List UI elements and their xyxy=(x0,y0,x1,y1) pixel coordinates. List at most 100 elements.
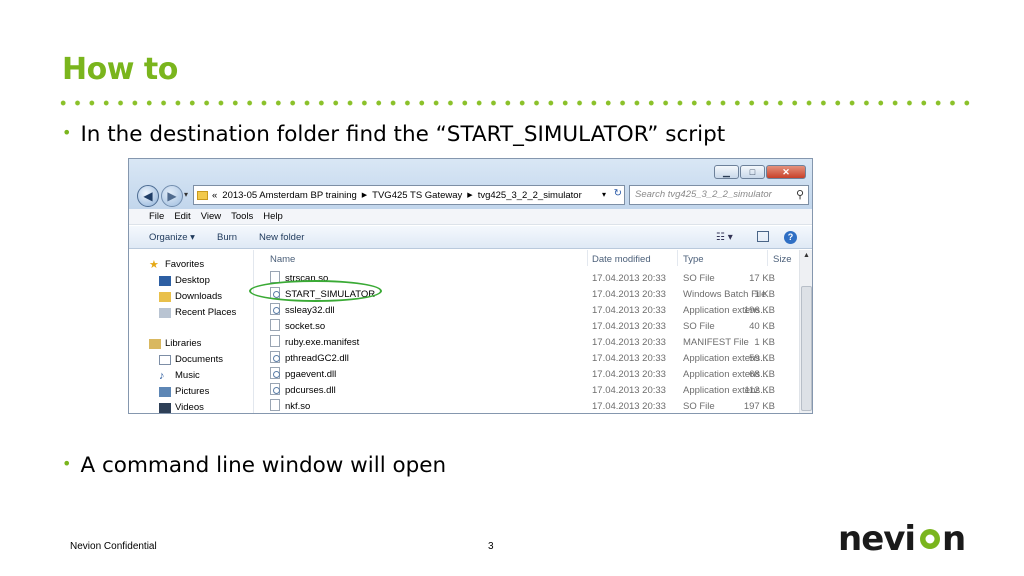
bullet-point-2: • A command line window will open xyxy=(62,453,446,478)
breadcrumb-arrow-icon[interactable]: ▶ xyxy=(362,191,367,199)
address-bar[interactable]: « 2013-05 Amsterdam BP training ▶ TVG425… xyxy=(193,185,625,205)
menu-edit[interactable]: Edit xyxy=(174,211,190,224)
column-header-name[interactable]: Name xyxy=(270,254,295,265)
minimize-icon[interactable]: ▁ xyxy=(714,165,739,179)
file-size: 112 KB xyxy=(744,385,775,396)
new-folder-button[interactable]: New folder xyxy=(259,232,304,243)
nav-label: Documents xyxy=(175,354,224,365)
dll-file-icon xyxy=(270,303,280,315)
file-name: pdcurses.dll xyxy=(285,385,336,396)
slide-title: How to xyxy=(62,52,178,87)
file-size: 40 KB xyxy=(749,321,775,332)
history-dropdown-icon[interactable]: ▾ xyxy=(184,190,188,199)
file-date: 17.04.2013 20:33 xyxy=(592,289,666,300)
organize-button[interactable]: Organize ▾ xyxy=(149,232,195,243)
preview-pane-icon[interactable] xyxy=(757,231,769,242)
breadcrumb-item[interactable]: tvg425_3_2_2_simulator xyxy=(478,190,582,201)
nav-music[interactable]: ♪ Music xyxy=(159,370,200,381)
nav-libraries[interactable]: Libraries xyxy=(149,338,201,349)
window-controls: ▁ □ ✕ xyxy=(714,165,806,179)
file-row[interactable]: ssleay32.dll 17.04.2013 20:33 Application … xyxy=(255,302,799,318)
recent-places-icon xyxy=(159,307,171,318)
menu-tools[interactable]: Tools xyxy=(231,211,253,224)
address-overflow-chevron[interactable]: « xyxy=(212,190,217,201)
search-icon[interactable]: ⚲ xyxy=(796,188,804,201)
file-name: ruby.exe.manifest xyxy=(285,337,360,348)
refresh-icon[interactable]: ↻ xyxy=(614,188,622,199)
file-row[interactable]: socket.so 17.04.2013 20:33 SO File 40 KB xyxy=(255,318,799,334)
file-name: ssleay32.dll xyxy=(285,305,335,316)
dll-file-icon xyxy=(270,351,280,363)
nav-favorites[interactable]: ★ Favorites xyxy=(149,259,204,270)
file-date: 17.04.2013 20:33 xyxy=(592,321,666,332)
search-input[interactable]: Search tvg425_3_2_2_simulator ⚲ xyxy=(629,185,809,205)
close-icon[interactable]: ✕ xyxy=(766,165,806,179)
back-arrow-icon[interactable]: ◀ xyxy=(137,185,159,207)
file-size: 196 KB xyxy=(743,305,775,316)
file-list: Name Date modified Type Size strscan.so 1… xyxy=(255,250,799,413)
column-divider[interactable] xyxy=(767,250,768,266)
file-size: 68 KB xyxy=(749,369,775,380)
dll-file-icon xyxy=(270,383,280,395)
nav-documents[interactable]: Documents xyxy=(159,354,223,365)
nav-pictures[interactable]: Pictures xyxy=(159,386,209,397)
svg-text:n: n xyxy=(942,519,966,559)
desktop-icon xyxy=(159,275,171,286)
column-header-size[interactable]: Size xyxy=(773,254,791,265)
nav-downloads[interactable]: Downloads xyxy=(159,291,222,302)
command-toolbar: Organize ▾ Burn New folder ☷ ▾ ? xyxy=(129,226,812,249)
file-icon xyxy=(270,319,280,331)
bullet-2-text: A command line window will open xyxy=(80,453,447,478)
file-row[interactable]: nkf.so 17.04.2013 20:33 SO File 197 KB xyxy=(255,398,799,413)
scroll-up-icon[interactable]: ▲ xyxy=(803,252,810,259)
breadcrumb-arrow-icon[interactable]: ▶ xyxy=(467,191,472,199)
menu-file[interactable]: File xyxy=(149,211,164,224)
nav-recent-places[interactable]: Recent Places xyxy=(159,307,236,318)
file-size: 1 KB xyxy=(754,337,775,348)
page-number: 3 xyxy=(488,541,494,552)
change-view-icon[interactable]: ☷ ▾ xyxy=(716,232,733,243)
documents-icon xyxy=(159,354,171,365)
address-dropdown-icon[interactable]: ▾ xyxy=(602,190,606,199)
forward-arrow-icon[interactable]: ▶ xyxy=(161,185,183,207)
file-row[interactable]: ruby.exe.manifest 17.04.2013 20:33 MANIFES… xyxy=(255,334,799,350)
file-type: SO File xyxy=(683,401,715,412)
file-date: 17.04.2013 20:33 xyxy=(592,305,666,316)
music-icon: ♪ xyxy=(159,369,165,382)
star-icon: ★ xyxy=(149,258,159,271)
dotted-divider xyxy=(56,100,976,106)
scrollbar-thumb[interactable] xyxy=(801,286,812,411)
explorer-window: ▁ □ ✕ ◀ ▶ ▾ « 2013-05 Amsterdam BP train… xyxy=(128,158,813,414)
videos-icon xyxy=(159,402,171,413)
folder-icon xyxy=(197,190,208,200)
file-name: socket.so xyxy=(285,321,326,332)
column-divider[interactable] xyxy=(587,250,588,266)
file-size: 59 KB xyxy=(749,353,775,364)
nav-desktop[interactable]: Desktop xyxy=(159,275,210,286)
file-row[interactable]: pdcurses.dll 17.04.2013 20:33 Application … xyxy=(255,382,799,398)
menu-help[interactable]: Help xyxy=(263,211,283,224)
bullet-point-1: • In the destination folder find the “STA… xyxy=(62,122,725,147)
highlight-circle xyxy=(249,280,382,302)
file-name: pgaevent.dll xyxy=(285,369,337,380)
vertical-scrollbar[interactable]: ▲ xyxy=(799,250,812,413)
help-icon[interactable]: ? xyxy=(784,231,797,244)
file-size: 1 KB xyxy=(754,289,775,300)
breadcrumb-item[interactable]: 2013-05 Amsterdam BP training xyxy=(222,190,356,201)
file-date: 17.04.2013 20:33 xyxy=(592,353,666,364)
breadcrumb-item[interactable]: TVG425 TS Gateway xyxy=(372,190,462,201)
menu-view[interactable]: View xyxy=(201,211,221,224)
file-row[interactable]: pgaevent.dll 17.04.2013 20:33 Application … xyxy=(255,366,799,382)
bullet-dot-icon: • xyxy=(62,454,72,473)
burn-button[interactable]: Burn xyxy=(217,232,237,243)
column-divider[interactable] xyxy=(677,250,678,266)
file-row[interactable]: pthreadGC2.dll 17.04.2013 20:33 Applicatio… xyxy=(255,350,799,366)
maximize-icon[interactable]: □ xyxy=(740,165,765,179)
column-header-type[interactable]: Type xyxy=(683,254,704,265)
column-header-date[interactable]: Date modified xyxy=(592,254,651,265)
nav-videos[interactable]: Videos xyxy=(159,402,204,413)
nav-label: Music xyxy=(175,370,200,381)
libraries-icon xyxy=(149,338,161,349)
svg-text:nevi: nevi xyxy=(838,519,915,559)
nav-label: Libraries xyxy=(165,338,202,349)
